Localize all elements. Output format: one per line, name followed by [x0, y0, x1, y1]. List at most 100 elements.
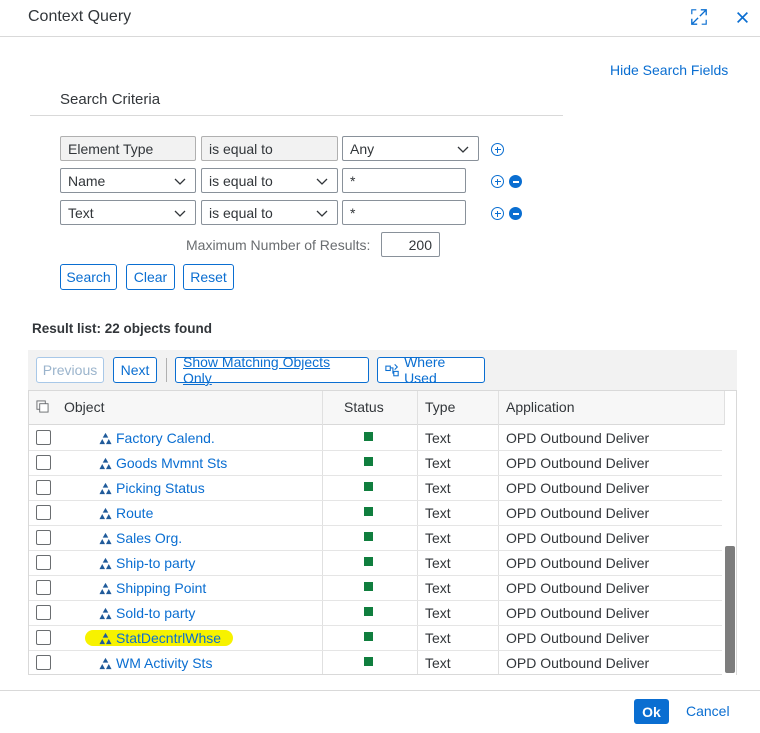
row-checkbox[interactable] [36, 655, 51, 670]
status-ok-icon [364, 607, 373, 616]
table-row[interactable]: Goods Mvmnt Sts Text OPD Outbound Deliver [29, 451, 725, 476]
object-link[interactable]: Shipping Point [99, 580, 206, 596]
object-name: StatDecntrlWhse [116, 630, 222, 646]
object-link[interactable]: Sold-to party [99, 605, 195, 621]
close-icon[interactable] [731, 6, 753, 28]
results-table: Object Status Type Application Factory C… [28, 390, 737, 675]
criteria-operator-label: is equal to [209, 204, 273, 221]
hide-search-fields-link[interactable]: Hide Search Fields [610, 62, 728, 78]
add-row-icon[interactable] [491, 175, 504, 188]
object-link-content: Sales Org. [99, 530, 182, 546]
add-row-icon[interactable] [491, 207, 504, 220]
max-results-value: 200 [408, 236, 432, 253]
row-checkbox[interactable] [36, 430, 51, 445]
criteria-field-select-3[interactable]: Text [60, 200, 196, 225]
column-type[interactable]: Type [425, 399, 455, 415]
criteria-value-label: * [350, 204, 356, 221]
row-checkbox[interactable] [36, 580, 51, 595]
type-cell: Text [425, 455, 451, 471]
row-checkbox[interactable] [36, 455, 51, 470]
object-name: Picking Status [116, 480, 205, 496]
object-link[interactable]: Goods Mvmnt Sts [99, 455, 227, 471]
max-results-input[interactable]: 200 [381, 232, 440, 257]
table-row[interactable]: Picking Status Text OPD Outbound Deliver [29, 476, 725, 501]
type-cell: Text [425, 580, 451, 596]
remove-row-icon[interactable] [509, 207, 522, 220]
cancel-button[interactable]: Cancel [686, 703, 730, 719]
criteria-value-input-3[interactable]: * [342, 200, 466, 225]
select-all-icon[interactable] [36, 400, 49, 416]
row-checkbox[interactable] [36, 505, 51, 520]
object-link[interactable]: Route [99, 505, 153, 521]
object-icon [99, 457, 112, 469]
object-name: Factory Calend. [116, 430, 215, 446]
previous-button[interactable]: Previous [36, 357, 104, 383]
criteria-field-label: Element Type [68, 140, 154, 157]
row-checkbox[interactable] [36, 605, 51, 620]
add-row-icon[interactable] [491, 143, 504, 156]
table-row[interactable]: Route Text OPD Outbound Deliver [29, 501, 725, 526]
where-used-button[interactable]: Where Used [377, 354, 485, 386]
chevron-down-icon [174, 178, 186, 185]
table-row[interactable]: WM Activity Sts Text OPD Outbound Deliver [29, 651, 725, 674]
type-cell: Text [425, 605, 451, 621]
search-button[interactable]: Search [60, 264, 117, 290]
table-row[interactable]: StatDecntrlWhse Text OPD Outbound Deliver [29, 626, 725, 651]
criteria-operator-select-2[interactable]: is equal to [201, 168, 338, 193]
next-button[interactable]: Next [113, 357, 157, 383]
type-cell: Text [425, 555, 451, 571]
application-cell: OPD Outbound Deliver [506, 605, 650, 621]
row-checkbox[interactable] [36, 480, 51, 495]
object-name: Shipping Point [116, 580, 207, 596]
table-row[interactable]: Shipping Point Text OPD Outbound Deliver [29, 576, 725, 601]
dialog-title: Context Query [28, 8, 132, 25]
criteria-field-select-2[interactable]: Name [60, 168, 196, 193]
object-name: Goods Mvmnt Sts [116, 455, 228, 471]
expand-icon[interactable] [688, 6, 710, 28]
row-checkbox[interactable] [36, 555, 51, 570]
object-link[interactable]: Factory Calend. [99, 430, 215, 446]
object-link[interactable]: StatDecntrlWhse [85, 630, 234, 646]
table-row[interactable]: Ship-to party Text OPD Outbound Deliver [29, 551, 725, 576]
application-cell: OPD Outbound Deliver [506, 530, 650, 546]
row-checkbox[interactable] [36, 630, 51, 645]
criteria-value-input-2[interactable]: * [342, 168, 466, 193]
object-icon [99, 507, 112, 519]
status-ok-icon [364, 432, 373, 441]
max-results-label: Maximum Number of Results: [186, 237, 371, 253]
column-application[interactable]: Application [506, 399, 575, 415]
chevron-down-icon [316, 210, 328, 217]
object-icon [99, 582, 112, 594]
object-name: WM Activity Sts [116, 655, 213, 671]
type-cell: Text [425, 505, 451, 521]
criteria-value-label: * [350, 172, 356, 189]
object-icon [99, 432, 112, 444]
object-icon [99, 632, 112, 644]
remove-row-icon[interactable] [509, 175, 522, 188]
scrollbar-thumb[interactable] [725, 546, 735, 673]
table-row[interactable]: Factory Calend. Text OPD Outbound Deliver [29, 426, 725, 451]
table-row[interactable]: Sold-to party Text OPD Outbound Deliver [29, 601, 725, 626]
object-link[interactable]: Ship-to party [99, 555, 195, 571]
criteria-value-select-1[interactable]: Any [342, 136, 479, 161]
reset-button[interactable]: Reset [183, 264, 234, 290]
object-link[interactable]: Picking Status [99, 480, 205, 496]
object-link[interactable]: Sales Org. [99, 530, 182, 546]
show-matching-button[interactable]: Show Matching Objects Only [175, 354, 369, 386]
ok-button[interactable]: Ok [634, 699, 669, 724]
table-row[interactable]: Sales Org. Text OPD Outbound Deliver [29, 526, 725, 551]
column-object[interactable]: Object [64, 399, 104, 415]
column-status[interactable]: Status [344, 399, 384, 415]
row-checkbox[interactable] [36, 530, 51, 545]
toolbar-separator [166, 358, 167, 382]
criteria-operator-select-3[interactable]: is equal to [201, 200, 338, 225]
object-link[interactable]: WM Activity Sts [99, 655, 212, 671]
type-cell: Text [425, 630, 451, 646]
criteria-operator-label: is equal to [209, 140, 273, 157]
type-cell: Text [425, 430, 451, 446]
clear-button[interactable]: Clear [126, 264, 175, 290]
status-ok-icon [364, 657, 373, 666]
object-link-content: Sold-to party [99, 605, 195, 621]
object-name: Route [116, 505, 154, 521]
object-link-content: Picking Status [99, 480, 205, 496]
